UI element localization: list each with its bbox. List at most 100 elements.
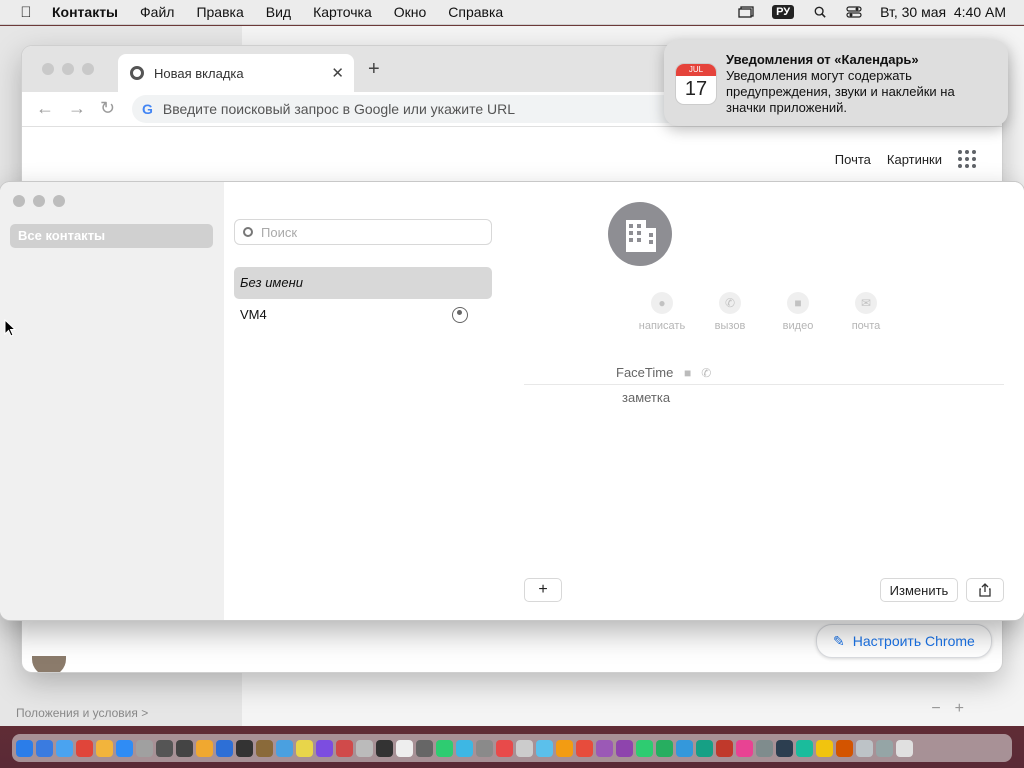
add-contact-button[interactable]: +: [524, 578, 562, 602]
dock-app-icon[interactable]: [176, 739, 193, 757]
dock-app-icon[interactable]: [776, 739, 793, 757]
dock-app-icon[interactable]: [656, 739, 673, 757]
dock-app-icon[interactable]: [556, 739, 573, 757]
dock-app-icon[interactable]: [216, 739, 233, 757]
menu-edit[interactable]: Правка: [196, 4, 243, 20]
dock-app-icon[interactable]: [456, 739, 473, 757]
dock-app-icon[interactable]: [756, 739, 773, 757]
dock-app-icon[interactable]: [116, 739, 133, 757]
menu-view[interactable]: Вид: [266, 4, 291, 20]
dock-app-icon[interactable]: [196, 739, 213, 757]
dock-app-icon[interactable]: [636, 739, 653, 757]
share-button[interactable]: [966, 578, 1004, 602]
call-action[interactable]: ✆ вызов: [700, 292, 760, 332]
dock-app-icon[interactable]: [876, 739, 893, 757]
background-footer-link[interactable]: Положения и условия >: [16, 706, 148, 720]
dock-app-icon[interactable]: [596, 739, 613, 757]
contacts-search-field[interactable]: Поиск: [234, 219, 492, 245]
dock-app-icon[interactable]: [436, 739, 453, 757]
input-source-badge[interactable]: РУ: [772, 5, 795, 19]
close-tab-icon[interactable]: ✕: [331, 64, 344, 82]
dock-app-icon[interactable]: [336, 739, 353, 757]
chrome-tab-new-tab[interactable]: Новая вкладка ✕: [118, 54, 354, 92]
new-tab-button[interactable]: +: [368, 58, 380, 81]
plus-icon[interactable]: +: [955, 700, 964, 718]
images-link[interactable]: Картинки: [887, 152, 942, 167]
contact-row-vm4[interactable]: VM4: [234, 299, 492, 331]
edit-contact-button[interactable]: Изменить: [880, 578, 958, 602]
dock-app-icon[interactable]: [516, 739, 533, 757]
zoom-window-button[interactable]: [82, 63, 94, 75]
dock-app-icon[interactable]: [836, 739, 853, 757]
contacts-list-pane: Поиск Без имени VM4: [224, 182, 505, 620]
dock-app-icon[interactable]: [736, 739, 753, 757]
dock-app-icon[interactable]: [316, 739, 333, 757]
dock-app-icon[interactable]: [296, 739, 313, 757]
dock-app-icon[interactable]: [896, 739, 913, 757]
contacts-zoom-button[interactable]: [53, 195, 65, 207]
dock-app-icon[interactable]: [376, 739, 393, 757]
contacts-minimize-button[interactable]: [33, 195, 45, 207]
phone-icon: ✆: [719, 292, 741, 314]
mouse-cursor-icon: [4, 319, 16, 337]
message-action[interactable]: ● написать: [632, 292, 692, 332]
dock-app-icon[interactable]: [256, 739, 273, 757]
menu-window[interactable]: Окно: [394, 4, 427, 20]
dock-app-icon[interactable]: [536, 739, 553, 757]
dock-app-icon[interactable]: [236, 739, 253, 757]
dock-app-icon[interactable]: [496, 739, 513, 757]
dock-app-icon[interactable]: [156, 739, 173, 757]
omnibox[interactable]: G Введите поисковый запрос в Google или …: [132, 95, 692, 123]
menu-app-name[interactable]: Контакты: [52, 4, 118, 20]
close-window-button[interactable]: [42, 63, 54, 75]
apple-menu-icon[interactable]: : [0, 4, 52, 21]
minus-icon[interactable]: −: [931, 700, 940, 718]
dock-app-icon[interactable]: [676, 739, 693, 757]
dock-app-icon[interactable]: [476, 739, 493, 757]
dock-app-icon[interactable]: [56, 739, 73, 757]
group-all-contacts[interactable]: Все контакты: [10, 224, 213, 248]
menu-file[interactable]: Файл: [140, 4, 174, 20]
dock-app-icon[interactable]: [856, 739, 873, 757]
dock-app-icon[interactable]: [396, 739, 413, 757]
video-action[interactable]: ■ видео: [768, 292, 828, 332]
dock-app-icon[interactable]: [816, 739, 833, 757]
control-center-icon[interactable]: [846, 6, 862, 18]
dock-app-icon[interactable]: [76, 739, 93, 757]
calendar-notification[interactable]: JUL 17 Уведомления от «Календарь» Уведом…: [664, 40, 1008, 126]
menu-bar-clock[interactable]: Вт, 30 мая 4:40 AM: [880, 4, 1006, 20]
menu-help[interactable]: Справка: [448, 4, 503, 20]
reload-icon[interactable]: ↻: [100, 98, 115, 119]
customize-chrome-button[interactable]: ✎ Настроить Chrome: [816, 624, 992, 658]
dock-app-icon[interactable]: [136, 739, 153, 757]
contact-row-unnamed[interactable]: Без имени: [234, 267, 492, 299]
dock-app-icon[interactable]: [416, 739, 433, 757]
omnibox-placeholder: Введите поисковый запрос в Google или ук…: [162, 101, 516, 117]
menu-card[interactable]: Карточка: [313, 4, 372, 20]
mail-action[interactable]: ✉ почта: [836, 292, 896, 332]
call-action-label: вызов: [714, 320, 746, 332]
gmail-link[interactable]: Почта: [835, 152, 871, 167]
back-arrow-icon[interactable]: ←: [36, 98, 54, 119]
forward-arrow-icon[interactable]: →: [68, 98, 86, 119]
facetime-audio-icon[interactable]: ✆: [701, 366, 711, 380]
dock-app-icon[interactable]: [16, 739, 33, 757]
dock-app-icon[interactable]: [356, 739, 373, 757]
dock-app-icon[interactable]: [696, 739, 713, 757]
dock-app-icon[interactable]: [96, 739, 113, 757]
contacts-close-button[interactable]: [13, 195, 25, 207]
message-bubble-icon: ●: [651, 292, 673, 314]
dock-app-icon[interactable]: [36, 739, 53, 757]
dock-app-icon[interactable]: [276, 739, 293, 757]
dock-app-icon[interactable]: [576, 739, 593, 757]
dock-app-icon[interactable]: [796, 739, 813, 757]
google-apps-icon[interactable]: [958, 150, 976, 168]
facetime-video-icon[interactable]: ■: [684, 366, 691, 380]
dock-app-icon[interactable]: [616, 739, 633, 757]
shortcut-avatar[interactable]: [32, 656, 66, 672]
calendar-app-icon: JUL 17: [676, 64, 716, 104]
spotlight-search-icon[interactable]: [812, 6, 828, 18]
stage-manager-icon[interactable]: [738, 6, 754, 18]
dock-app-icon[interactable]: [716, 739, 733, 757]
minimize-window-button[interactable]: [62, 63, 74, 75]
